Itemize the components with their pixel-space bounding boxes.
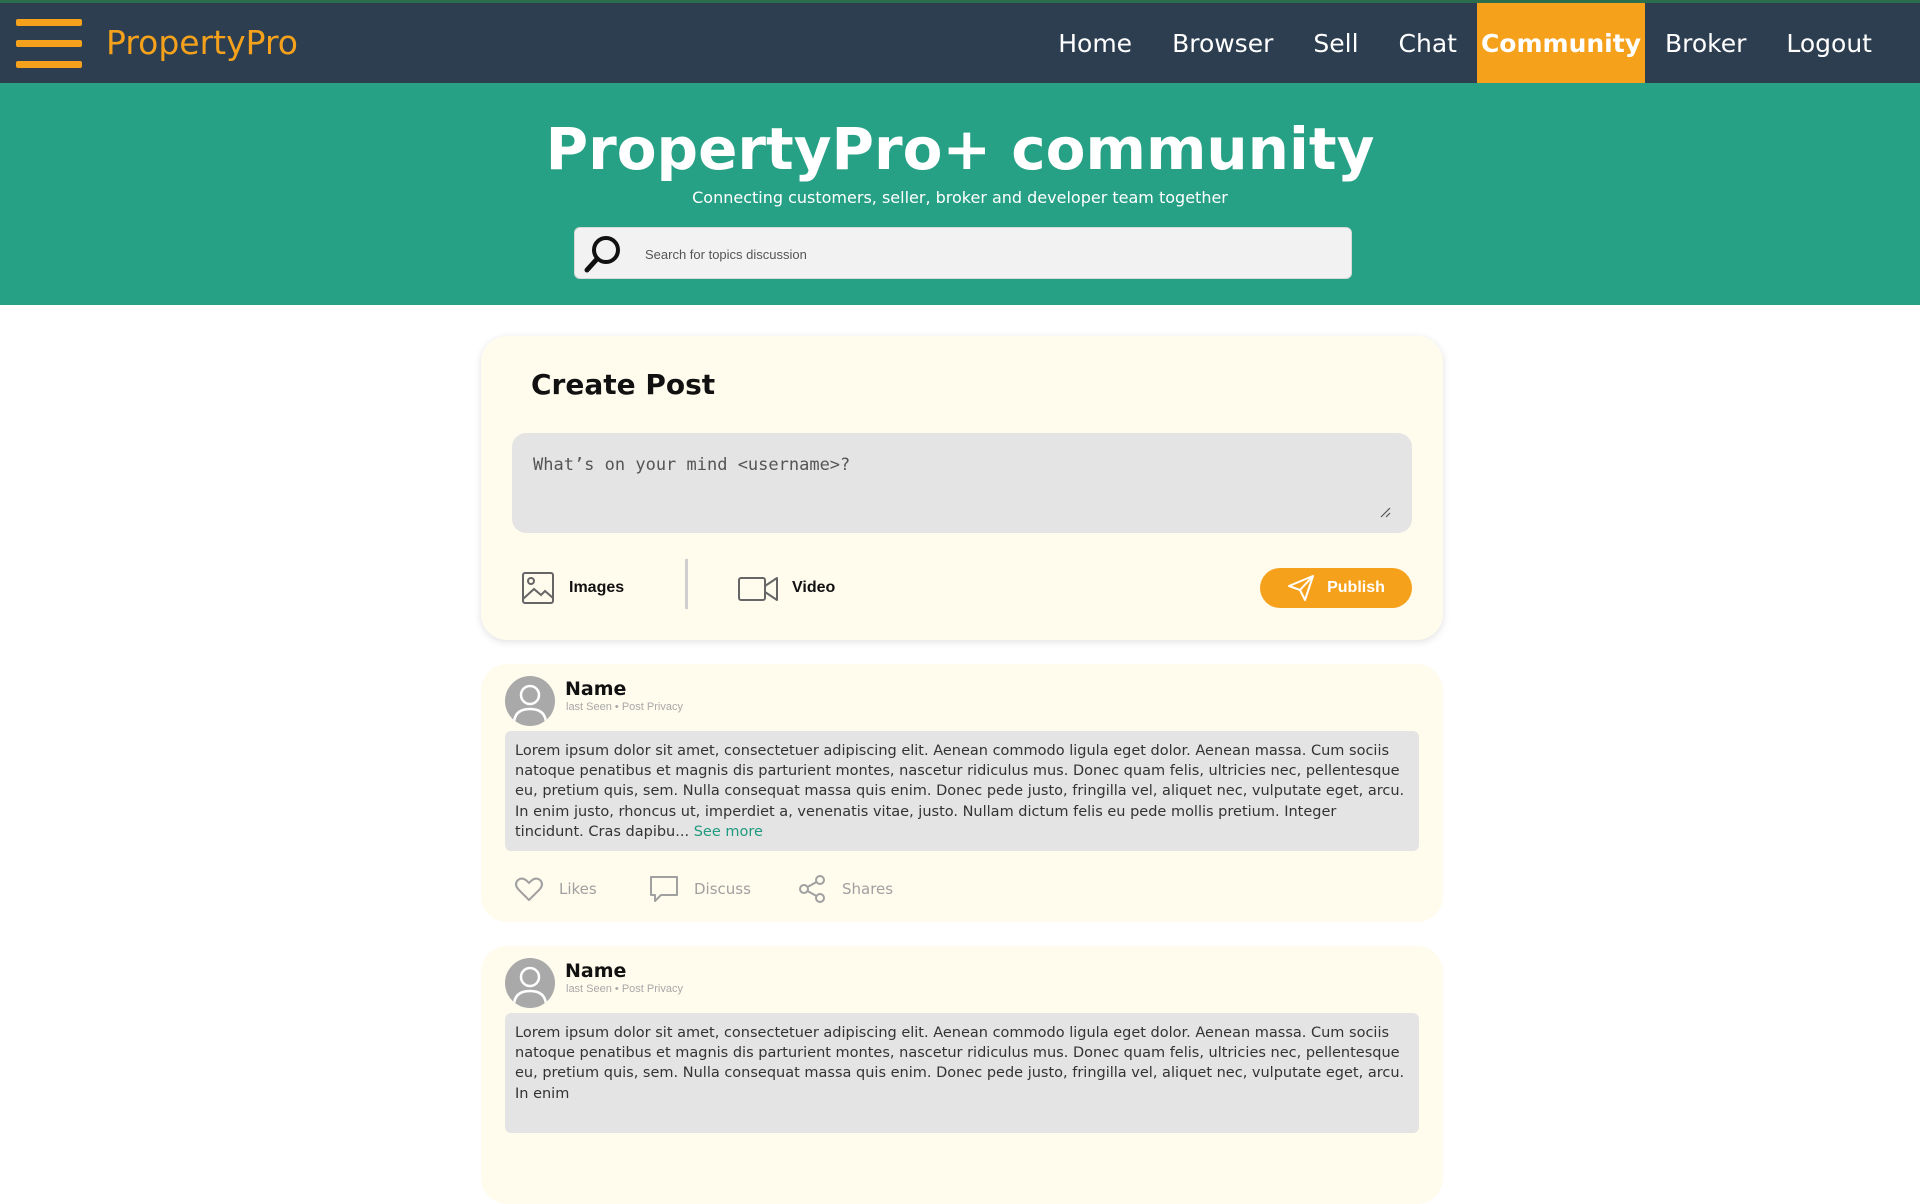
post-meta: last Seen • Post Privacy xyxy=(566,983,683,995)
resize-handle-icon[interactable] xyxy=(1378,505,1392,519)
post-meta: last Seen • Post Privacy xyxy=(566,701,683,713)
share-icon xyxy=(799,875,825,903)
discuss-button[interactable]: Discuss xyxy=(649,874,751,904)
images-label: Images xyxy=(569,579,625,596)
page-subtitle: Connecting customers, seller, broker and… xyxy=(692,188,1228,207)
post-body: Lorem ipsum dolor sit amet, consectetuer… xyxy=(505,1013,1419,1133)
user-avatar-icon xyxy=(512,966,548,1007)
search-icon[interactable] xyxy=(583,233,623,275)
brand-logo[interactable]: PropertyPro xyxy=(106,23,298,62)
image-icon xyxy=(522,572,554,604)
avatar[interactable] xyxy=(505,676,555,726)
nav-community[interactable]: Community xyxy=(1476,3,1645,83)
nav-logout[interactable]: Logout xyxy=(1766,3,1920,83)
divider xyxy=(685,559,688,609)
post-text: Lorem ipsum dolor sit amet, consectetuer… xyxy=(515,1025,1405,1102)
post-author-name[interactable]: Name xyxy=(565,678,626,700)
video-label: Video xyxy=(792,579,836,596)
search-input[interactable] xyxy=(645,238,1335,270)
nav-chat[interactable]: Chat xyxy=(1379,3,1477,83)
hero-banner: PropertyPro+ community Connecting custom… xyxy=(0,83,1920,305)
nav-sell[interactable]: Sell xyxy=(1293,3,1378,83)
nav-links: Home Browser Sell Chat Community Broker … xyxy=(1038,3,1920,83)
nav-broker[interactable]: Broker xyxy=(1645,3,1766,83)
nav-home[interactable]: Home xyxy=(1038,3,1152,83)
create-post-title: Create Post xyxy=(531,368,716,401)
avatar[interactable] xyxy=(505,958,555,1008)
send-icon xyxy=(1288,575,1315,601)
page-title: PropertyPro+ community xyxy=(545,115,1375,183)
create-post-card: Create Post Images Video Publish xyxy=(481,336,1443,640)
add-video-button[interactable]: Video xyxy=(737,570,835,606)
add-images-button[interactable]: Images xyxy=(520,570,624,606)
publish-button[interactable]: Publish xyxy=(1260,568,1412,608)
publish-label: Publish xyxy=(1327,579,1385,596)
like-button[interactable]: Likes xyxy=(514,874,597,904)
see-more-link[interactable]: See more xyxy=(694,824,763,840)
post-author-name[interactable]: Name xyxy=(565,960,626,982)
post-body: Lorem ipsum dolor sit amet, consectetuer… xyxy=(505,731,1419,851)
post-card: Name last Seen • Post Privacy Lorem ipsu… xyxy=(481,664,1443,922)
shares-label: Shares xyxy=(842,880,894,898)
user-avatar-icon xyxy=(512,684,548,725)
share-button[interactable]: Shares xyxy=(797,874,893,904)
top-navbar: PropertyPro Home Browser Sell Chat Commu… xyxy=(0,0,1920,83)
post-text-input[interactable] xyxy=(512,433,1412,533)
post-text: Lorem ipsum dolor sit amet, consectetuer… xyxy=(515,743,1405,840)
video-camera-icon xyxy=(738,577,778,601)
comment-icon xyxy=(650,876,678,902)
discuss-label: Discuss xyxy=(694,880,751,898)
post-card: Name last Seen • Post Privacy Lorem ipsu… xyxy=(481,946,1443,1204)
heart-icon xyxy=(515,877,543,901)
search-bar xyxy=(574,227,1352,279)
likes-label: Likes xyxy=(559,880,597,898)
hamburger-menu-icon[interactable] xyxy=(16,19,82,69)
nav-browser[interactable]: Browser xyxy=(1152,3,1293,83)
